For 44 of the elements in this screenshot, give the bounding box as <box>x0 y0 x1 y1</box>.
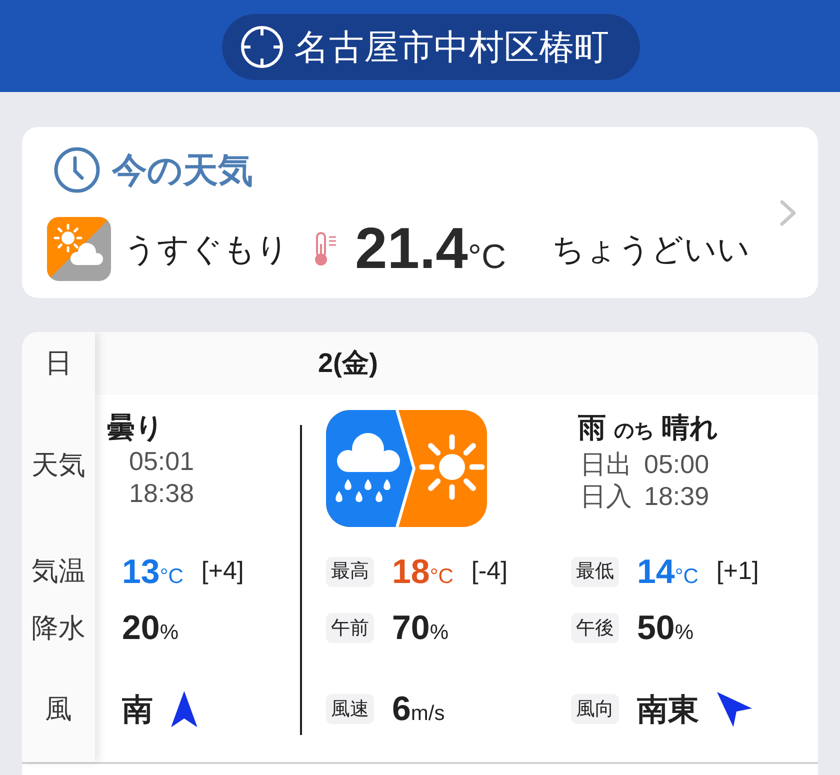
temperature-value: 14°C <box>637 554 698 588</box>
temperature-difference: [-4] <box>471 559 508 584</box>
temperature-difference: [+4] <box>201 559 244 584</box>
section-title: 今の天気 <box>112 152 253 188</box>
condition-text: うすぐもり <box>124 233 289 265</box>
precipitation-value: 20% <box>122 611 179 645</box>
chevron-right-icon <box>779 198 797 226</box>
temperature-value: 18°C <box>392 554 454 588</box>
clock-icon <box>54 147 100 193</box>
label-tag: 午前 <box>326 613 374 643</box>
sunrise-label: 日出 <box>580 448 632 480</box>
wind-direction-text: 南東 <box>637 694 699 724</box>
sunrise-time: 05:00 <box>644 448 710 480</box>
label-tag: 午後 <box>571 613 619 643</box>
wind-direction-text: 南 <box>122 694 153 724</box>
current-weather-card[interactable]: 今の天気 うすぐもり 21.4°C ちょうどいい <box>22 127 818 298</box>
wind-speed-value: 6m/s <box>392 692 445 726</box>
sunset-label: 日入 <box>580 480 632 512</box>
comfort-text: ちょうどいい <box>552 233 750 265</box>
label-tag: 風向 <box>571 694 619 724</box>
precipitation-value: 70% <box>392 611 449 645</box>
row-label: 風 <box>45 696 72 722</box>
label-tag: 風速 <box>326 694 374 724</box>
precipitation-value: 50% <box>637 611 694 645</box>
temperature-difference: [+1] <box>716 559 759 584</box>
row-label: 降水 <box>32 614 86 642</box>
temperature-value: 13°C <box>122 554 184 588</box>
rain-then-sun-icon <box>326 410 487 527</box>
temperature-reading: 21.4°C <box>355 220 506 278</box>
sunset-time: 18:38 <box>129 477 194 509</box>
crosshair-icon <box>240 25 284 69</box>
label-tag: 最高 <box>326 556 374 586</box>
sun-and-cloud-icon <box>47 217 111 281</box>
weather-text: 雨 のち 晴れ <box>578 411 719 445</box>
day-label: 日 <box>45 350 72 377</box>
label-tag: 最低 <box>571 556 619 586</box>
sunrise-time: 05:01 <box>129 445 194 477</box>
thermometer-icon <box>313 232 337 266</box>
location-button[interactable]: 名古屋市中村区椿町 <box>222 14 640 80</box>
row-label: 天気 <box>32 452 86 478</box>
sunset-time: 18:39 <box>644 480 710 512</box>
weather-text: 曇り <box>107 411 164 445</box>
row-label: 気温 <box>32 558 86 585</box>
date-label: 2(金) <box>318 350 378 377</box>
